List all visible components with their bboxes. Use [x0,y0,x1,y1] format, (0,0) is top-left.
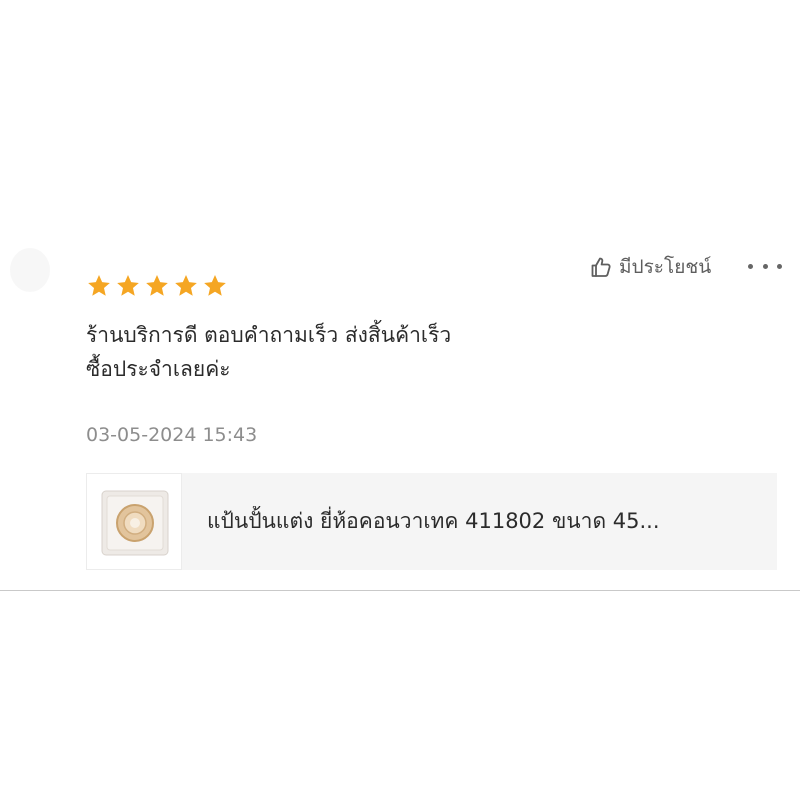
star-icon [175,275,197,296]
star-icon [204,275,226,296]
review-text: ร้านบริการดี ตอบคำถามเร็ว ส่งสิ้นค้าเร็ว… [86,318,646,386]
thumbs-up-icon [589,255,613,279]
more-options-button[interactable] [748,254,782,278]
star-icon [117,275,139,296]
star-rating [86,273,228,297]
review-page: มีประโยชน์ ร้านบริการดี ตอบคำถามเร็ว ส่ง… [0,0,800,800]
helpful-button[interactable]: มีประโยชน์ [589,252,711,282]
star-icon [88,275,110,296]
product-name[interactable]: แป้นปั้นแต่ง ยี่ห้อคอนวาเทค 411802 ขนาด … [207,506,752,536]
divider [0,590,800,591]
reviewer-name [88,238,168,250]
review-text-line: ซื้อประจำเลยค่ะ [86,357,231,381]
product-card[interactable]: แป้นปั้นแต่ง ยี่ห้อคอนวาเทค 411802 ขนาด … [86,473,777,570]
review-text-line: ร้านบริการดี ตอบคำถามเร็ว ส่งสิ้นค้าเร็ว [86,323,452,347]
helpful-label: มีประโยชน์ [619,256,712,278]
product-thumbnail[interactable] [86,473,182,570]
reviewer-avatar[interactable] [10,248,50,292]
star-icon [146,275,168,296]
more-options-icon [748,263,753,269]
ostomy-wafer-image [101,490,169,556]
review-timestamp: 03-05-2024 15:43 [86,424,258,446]
